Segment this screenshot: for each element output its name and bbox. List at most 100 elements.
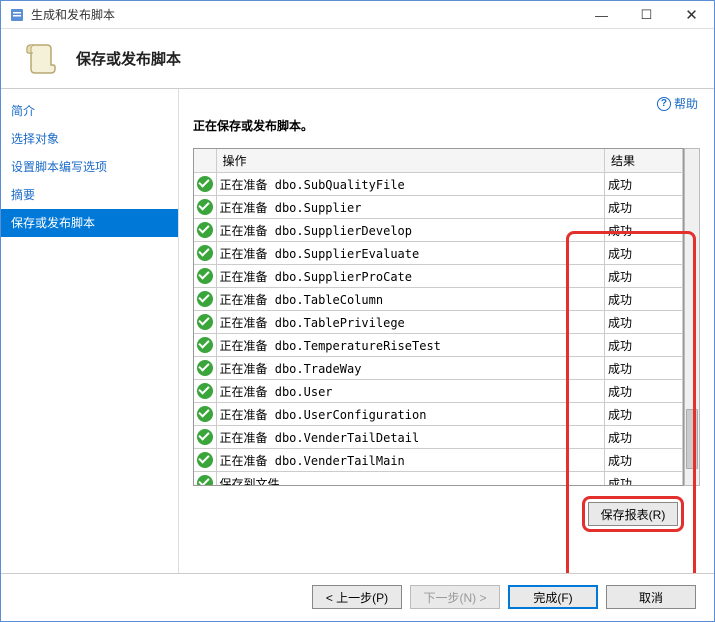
titlebar[interactable]: 生成和发布脚本 — ☐ ✕ <box>1 1 714 29</box>
status-icon-cell <box>194 173 216 196</box>
action-cell: 正在准备 dbo.User <box>216 380 605 403</box>
result-cell: 成功 <box>605 219 683 242</box>
table-row[interactable]: 正在准备 dbo.User成功 <box>194 380 683 403</box>
table-row[interactable]: 正在准备 dbo.SupplierDevelop成功 <box>194 219 683 242</box>
status-icon-cell <box>194 426 216 449</box>
table-row[interactable]: 正在准备 dbo.TableColumn成功 <box>194 288 683 311</box>
action-cell: 正在准备 dbo.TemperatureRiseTest <box>216 334 605 357</box>
table-row[interactable]: 正在准备 dbo.Supplier成功 <box>194 196 683 219</box>
success-check-icon <box>197 383 213 399</box>
result-cell: 成功 <box>605 472 683 487</box>
success-check-icon <box>197 314 213 330</box>
success-check-icon <box>197 429 213 445</box>
status-icon-cell <box>194 196 216 219</box>
action-cell: 正在准备 dbo.TablePrivilege <box>216 311 605 334</box>
action-cell: 正在准备 dbo.UserConfiguration <box>216 403 605 426</box>
sidebar: 简介选择对象设置脚本编写选项摘要保存或发布脚本 <box>1 89 179 573</box>
status-icon-cell <box>194 265 216 288</box>
result-cell: 成功 <box>605 334 683 357</box>
table-row[interactable]: 正在准备 dbo.TablePrivilege成功 <box>194 311 683 334</box>
success-check-icon <box>197 222 213 238</box>
table-row[interactable]: 正在准备 dbo.VenderTailMain成功 <box>194 449 683 472</box>
table-row[interactable]: 正在准备 dbo.TemperatureRiseTest成功 <box>194 334 683 357</box>
previous-button[interactable]: < 上一步(P) <box>312 585 402 609</box>
main-panel: ? 帮助 正在保存或发布脚本。 操作 结果 <box>179 89 714 573</box>
status-icon-cell <box>194 311 216 334</box>
highlight-annotation-save: 保存报表(R) <box>582 496 684 532</box>
table-row[interactable]: 正在准备 dbo.TradeWay成功 <box>194 357 683 380</box>
scroll-icon <box>21 39 61 79</box>
table-row[interactable]: 正在准备 dbo.SupplierProCate成功 <box>194 265 683 288</box>
sidebar-item-2[interactable]: 设置脚本编写选项 <box>1 153 178 181</box>
action-cell: 正在准备 dbo.TableColumn <box>216 288 605 311</box>
success-check-icon <box>197 360 213 376</box>
sidebar-item-1[interactable]: 选择对象 <box>1 125 178 153</box>
finish-button[interactable]: 完成(F) <box>508 585 598 609</box>
maximize-button[interactable]: ☐ <box>624 1 669 29</box>
sidebar-item-3[interactable]: 摘要 <box>1 181 178 209</box>
cancel-button[interactable]: 取消 <box>606 585 696 609</box>
action-cell: 正在准备 dbo.SupplierDevelop <box>216 219 605 242</box>
action-cell: 正在准备 dbo.VenderTailDetail <box>216 426 605 449</box>
result-cell: 成功 <box>605 357 683 380</box>
table-header-row: 操作 结果 <box>194 149 683 173</box>
result-cell: 成功 <box>605 403 683 426</box>
status-heading: 正在保存或发布脚本。 <box>193 117 700 134</box>
wizard-footer: < 上一步(P) 下一步(N) > 完成(F) 取消 <box>1 573 714 621</box>
app-icon <box>9 7 25 23</box>
progress-table-scroll[interactable]: 操作 结果 正在准备 dbo.SubQualityFile成功正在准备 dbo.… <box>193 148 684 486</box>
status-icon-cell <box>194 403 216 426</box>
success-check-icon <box>197 475 213 486</box>
action-cell: 正在准备 dbo.SubQualityFile <box>216 173 605 196</box>
col-result-header[interactable]: 结果 <box>605 149 683 173</box>
window-controls: — ☐ ✕ <box>579 1 714 28</box>
success-check-icon <box>197 291 213 307</box>
wizard-body: 简介选择对象设置脚本编写选项摘要保存或发布脚本 ? 帮助 正在保存或发布脚本。 … <box>1 89 714 573</box>
help-label: 帮助 <box>674 95 698 112</box>
result-cell: 成功 <box>605 311 683 334</box>
success-check-icon <box>197 406 213 422</box>
sidebar-item-4[interactable]: 保存或发布脚本 <box>1 209 178 237</box>
action-cell: 正在准备 dbo.TradeWay <box>216 357 605 380</box>
success-check-icon <box>197 268 213 284</box>
success-check-icon <box>197 199 213 215</box>
result-cell: 成功 <box>605 449 683 472</box>
result-cell: 成功 <box>605 265 683 288</box>
progress-table-wrap: 操作 结果 正在准备 dbo.SubQualityFile成功正在准备 dbo.… <box>193 148 700 486</box>
status-icon-cell <box>194 288 216 311</box>
scrollbar-thumb[interactable] <box>686 409 698 469</box>
save-report-row: 保存报表(R) <box>193 486 700 532</box>
table-row[interactable]: 正在准备 dbo.VenderTailDetail成功 <box>194 426 683 449</box>
window-title: 生成和发布脚本 <box>31 6 579 23</box>
table-row[interactable]: 正在准备 dbo.SupplierEvaluate成功 <box>194 242 683 265</box>
action-cell: 正在准备 dbo.Supplier <box>216 196 605 219</box>
action-cell: 正在准备 dbo.VenderTailMain <box>216 449 605 472</box>
result-cell: 成功 <box>605 288 683 311</box>
col-action-header[interactable]: 操作 <box>216 149 605 173</box>
result-cell: 成功 <box>605 173 683 196</box>
status-icon-cell <box>194 380 216 403</box>
action-cell: 保存到文件 <box>216 472 605 487</box>
next-button: 下一步(N) > <box>410 585 500 609</box>
table-row[interactable]: 保存到文件成功 <box>194 472 683 487</box>
save-report-button[interactable]: 保存报表(R) <box>588 502 678 526</box>
result-cell: 成功 <box>605 242 683 265</box>
page-title: 保存或发布脚本 <box>76 48 181 69</box>
table-row[interactable]: 正在准备 dbo.UserConfiguration成功 <box>194 403 683 426</box>
wizard-header: 保存或发布脚本 <box>1 29 714 89</box>
status-icon-cell <box>194 472 216 487</box>
result-cell: 成功 <box>605 196 683 219</box>
status-icon-cell <box>194 334 216 357</box>
help-link[interactable]: ? 帮助 <box>657 95 698 112</box>
minimize-button[interactable]: — <box>579 1 624 29</box>
status-icon-cell <box>194 242 216 265</box>
close-button[interactable]: ✕ <box>669 1 714 29</box>
col-icon-header <box>194 149 216 173</box>
sidebar-item-0[interactable]: 简介 <box>1 97 178 125</box>
table-row[interactable]: 正在准备 dbo.SubQualityFile成功 <box>194 173 683 196</box>
status-icon-cell <box>194 357 216 380</box>
scrollbar-track[interactable] <box>684 148 700 486</box>
result-cell: 成功 <box>605 426 683 449</box>
success-check-icon <box>197 452 213 468</box>
action-cell: 正在准备 dbo.SupplierProCate <box>216 265 605 288</box>
